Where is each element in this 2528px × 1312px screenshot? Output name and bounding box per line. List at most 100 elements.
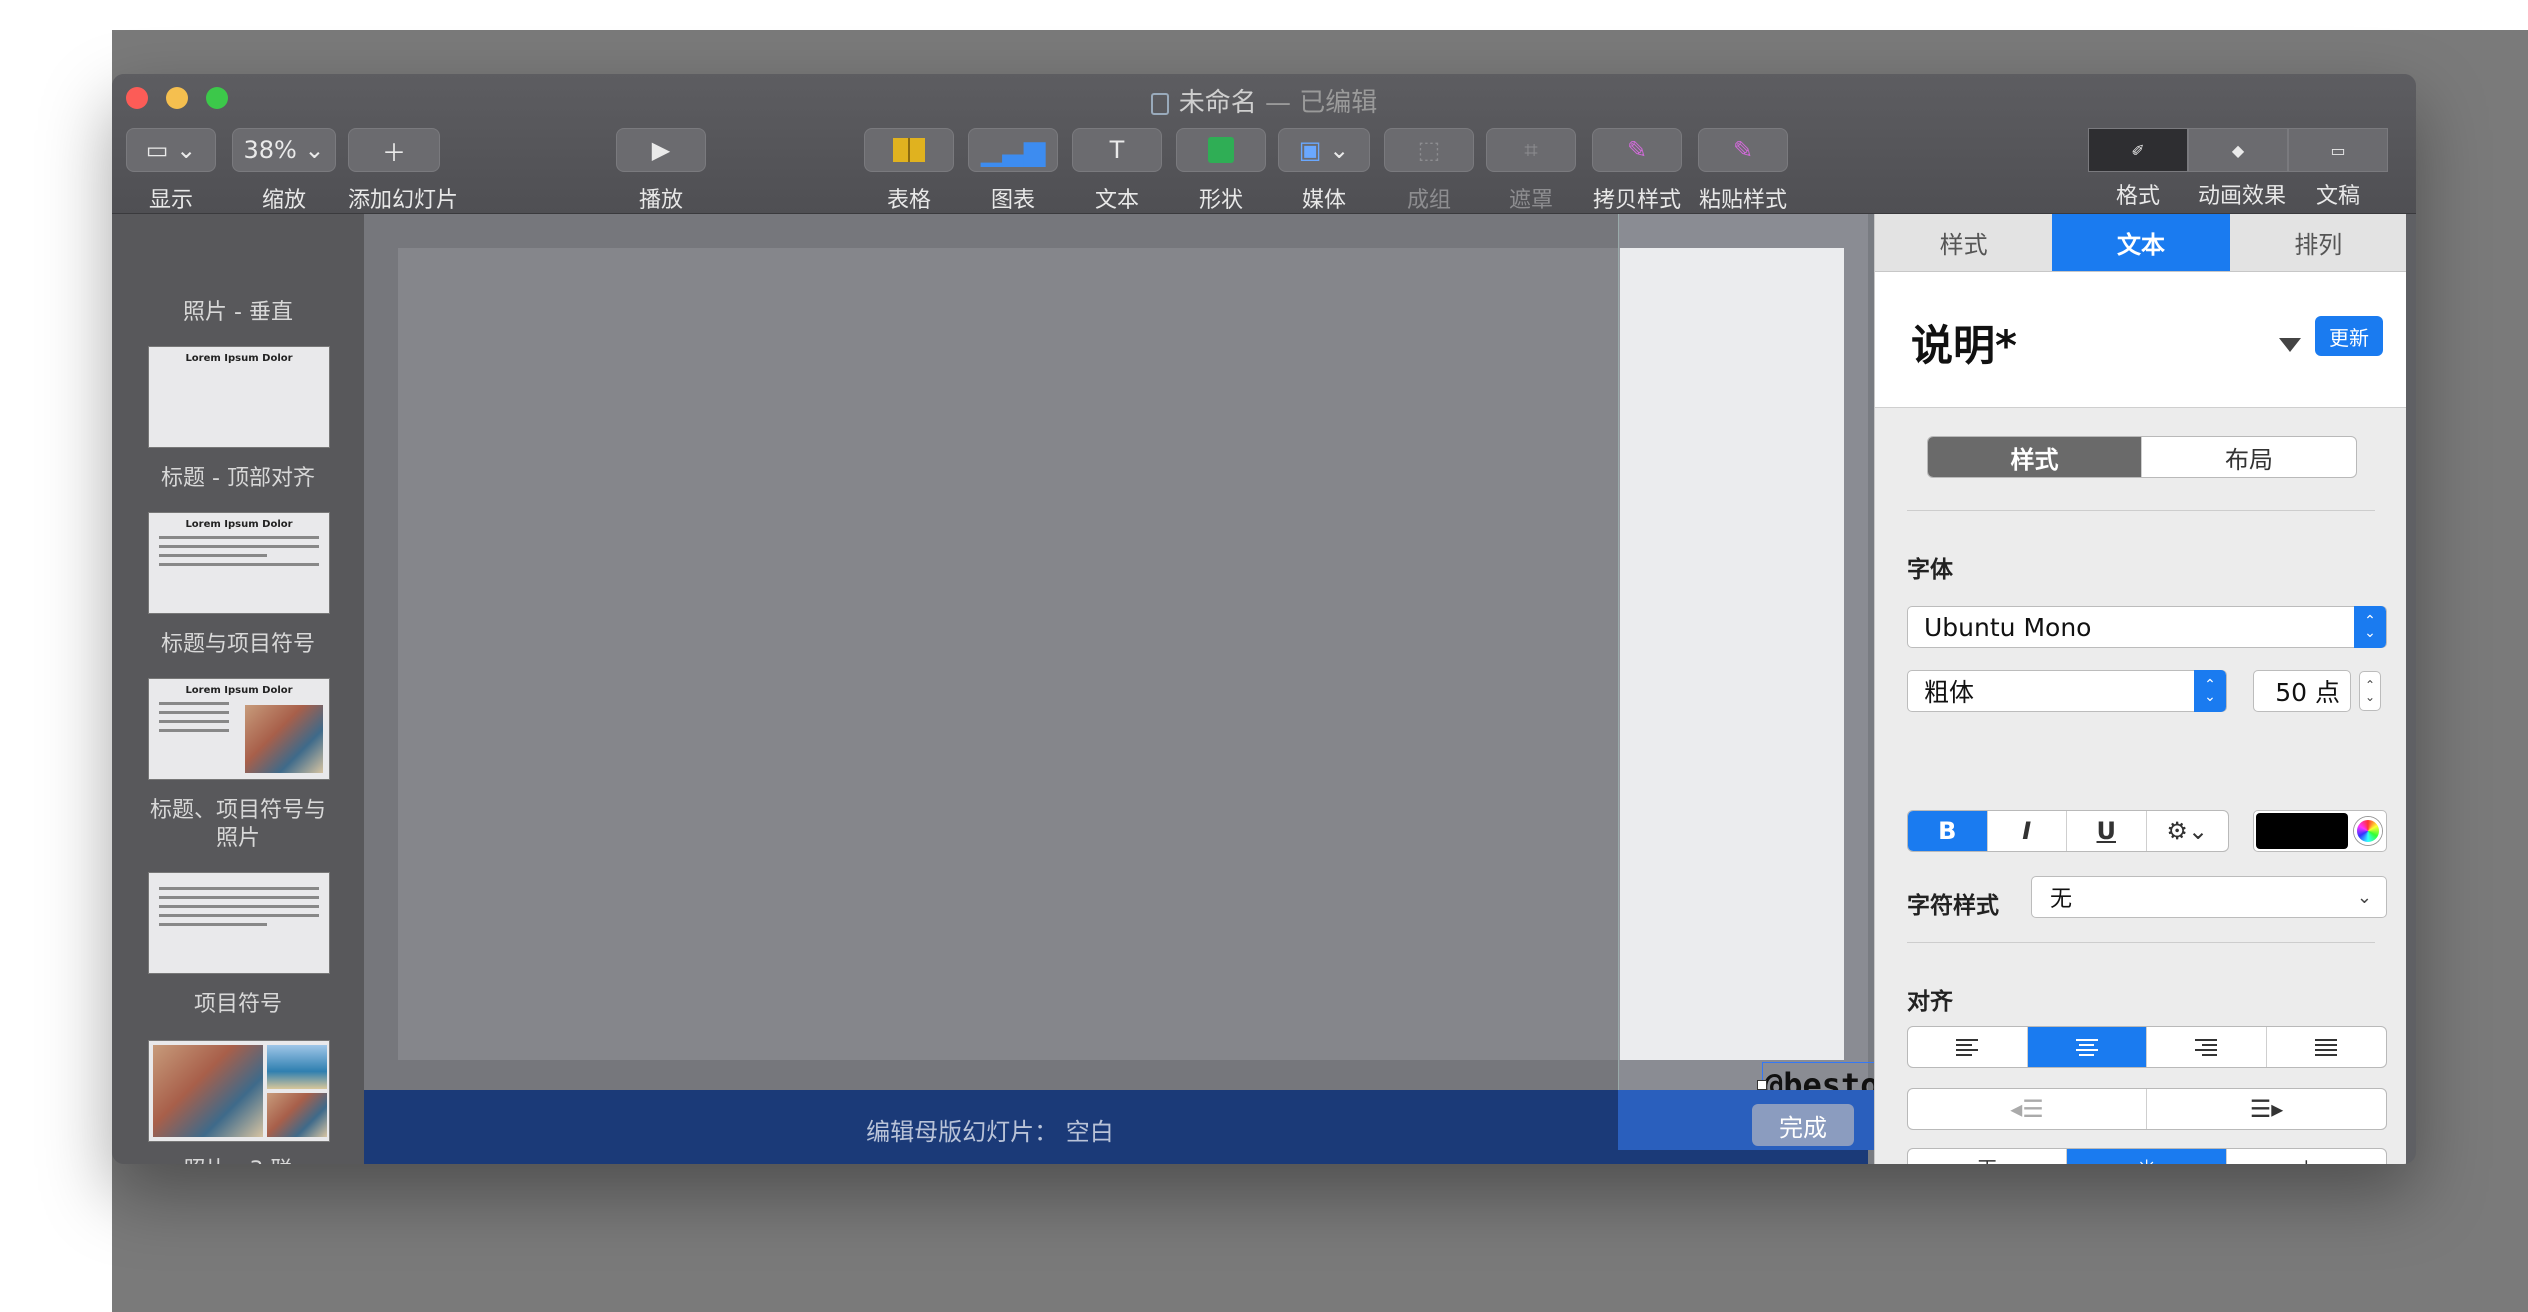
- window-title: 未命名 — 已编辑: [112, 82, 2416, 119]
- view-icon: ▭ ⌄: [126, 128, 216, 172]
- subtab-style[interactable]: 样式: [1928, 437, 2142, 477]
- title-status: — 已编辑: [1265, 88, 1378, 118]
- master-slide-visible-region[interactable]: [1620, 248, 1844, 1060]
- align-center-icon[interactable]: [2027, 1027, 2147, 1067]
- keynote-window: 未命名 — 已编辑 ▭ ⌄ 显示 38% ⌄ 缩放 ＋ 添加幻灯片 ▶ 播放 表…: [112, 74, 2416, 1164]
- zoom-popup[interactable]: 38% ⌄ 缩放: [232, 128, 336, 214]
- document-button[interactable]: ▭: [2288, 128, 2388, 172]
- toolbar: 未命名 — 已编辑 ▭ ⌄ 显示 38% ⌄ 缩放 ＋ 添加幻灯片 ▶ 播放 表…: [112, 74, 2416, 214]
- master-title-top-label: 标题 - 顶部对齐: [161, 466, 315, 491]
- group-button[interactable]: ⬚ 成组: [1384, 128, 1474, 214]
- master-edit-label: 编辑母版幻灯片： 空白: [866, 1118, 1114, 1146]
- master-thumb-photo-3up[interactable]: [148, 1040, 330, 1142]
- align-right-icon[interactable]: [2147, 1027, 2267, 1067]
- style-dropdown-triangle-icon[interactable]: [2279, 338, 2301, 352]
- done-button[interactable]: 完成: [1752, 1104, 1854, 1146]
- table-icon: [864, 128, 954, 172]
- decrease-indent-icon[interactable]: ◂☰: [1908, 1089, 2147, 1129]
- vertical-alignment-buttons: ⊤ ✳ ⊥: [1907, 1148, 2387, 1164]
- italic-button[interactable]: I: [1988, 811, 2067, 851]
- align-left-icon[interactable]: [1908, 1027, 2028, 1067]
- format-label-wrap: 格式: [2098, 178, 2178, 210]
- plus-icon: ＋: [348, 128, 440, 172]
- text-options-gear-icon[interactable]: ⚙⌄: [2147, 811, 2228, 851]
- tab-style[interactable]: 样式: [1875, 214, 2052, 271]
- underline-button[interactable]: U: [2067, 811, 2147, 851]
- media-label: 媒体: [1301, 188, 1346, 213]
- paste-style-label: 粘贴样式: [1698, 188, 1787, 213]
- text-t-icon: T: [1072, 128, 1162, 172]
- subtab-layout[interactable]: 布局: [2142, 437, 2356, 477]
- font-family-value: Ubuntu Mono: [1924, 612, 2092, 642]
- horizontal-alignment-buttons: [1907, 1026, 2387, 1068]
- add-slide-button[interactable]: ＋ 添加幻灯片: [348, 128, 458, 214]
- mask-label: 遮罩: [1508, 188, 1553, 213]
- font-size-field[interactable]: 50 点: [2253, 670, 2351, 712]
- font-size-value: 50 点: [2275, 678, 2340, 707]
- play-icon: ▶: [616, 128, 706, 172]
- tab-arrange[interactable]: 排列: [2230, 214, 2406, 271]
- divider: [1907, 942, 2375, 943]
- font-weight-popup[interactable]: 粗体 ⌃ ⌄: [1907, 670, 2227, 712]
- animate-label: 动画效果: [2198, 184, 2287, 209]
- animate-button[interactable]: ◆: [2188, 128, 2288, 172]
- bold-button[interactable]: B: [1908, 811, 1988, 851]
- master-thumb-title-top[interactable]: Lorem Ipsum Dolor: [148, 346, 330, 448]
- bar-chart-icon: ▁▃▆: [968, 128, 1058, 172]
- color-wheel-icon[interactable]: [2354, 817, 2382, 845]
- char-style-value: 无: [2050, 887, 2073, 912]
- media-button[interactable]: ▣ ⌄ 媒体: [1278, 128, 1370, 214]
- paragraph-style-name[interactable]: 说明*: [1911, 312, 2017, 373]
- thumb-photo: [245, 705, 323, 773]
- paste-style-button[interactable]: ✎ 粘贴样式: [1698, 128, 1788, 214]
- group-label: 成组: [1406, 188, 1451, 213]
- document-label-wrap: 文稿: [2298, 178, 2378, 210]
- text-button[interactable]: T 文本: [1072, 128, 1162, 214]
- text-color-well[interactable]: [2253, 810, 2387, 852]
- mask-button[interactable]: ⌗ 遮罩: [1486, 128, 1576, 214]
- master-bullets-label: 项目符号: [193, 992, 282, 1017]
- document-label: 文稿: [2315, 184, 2360, 209]
- thumb-photo-small: [267, 1093, 327, 1137]
- increase-indent-icon[interactable]: ☰▸: [2147, 1089, 2386, 1129]
- font-family-popup[interactable]: Ubuntu Mono ⌃ ⌄: [1907, 606, 2387, 648]
- char-style-popup[interactable]: 无 ⌄: [2031, 876, 2387, 918]
- align-bottom-icon[interactable]: ⊥: [2227, 1149, 2386, 1164]
- update-style-button[interactable]: 更新: [2315, 316, 2383, 356]
- inspector-tabs: 样式 文本 排列: [1875, 214, 2406, 272]
- resize-handle-left[interactable]: [1757, 1080, 1767, 1090]
- document-icon: ▭: [2288, 128, 2388, 172]
- shape-button[interactable]: 形状: [1176, 128, 1266, 214]
- master-thumb-title-bullets[interactable]: Lorem Ipsum Dolor: [148, 512, 330, 614]
- align-justify-icon[interactable]: [2267, 1027, 2387, 1067]
- play-label: 播放: [638, 188, 683, 213]
- chart-button[interactable]: ▁▃▆ 图表: [968, 128, 1058, 214]
- square-shape-icon: [1176, 128, 1266, 172]
- master-photo-vertical-label: 照片 - 垂直: [183, 300, 293, 325]
- master-thumb-bullets[interactable]: [148, 872, 330, 974]
- format-inspector: 样式 文本 排列 说明* 更新 样式 布局 字体 Ubuntu Mono ⌃ ⌄ …: [1874, 214, 2406, 1164]
- font-size-stepper[interactable]: ⌃ ⌄: [2359, 671, 2381, 711]
- thumb-title: Lorem Ipsum Dolor: [185, 685, 293, 696]
- master-thumb-title-bullets-photo[interactable]: Lorem Ipsum Dolor: [148, 678, 330, 780]
- play-button[interactable]: ▶ 播放: [616, 128, 706, 214]
- font-weight-value: 粗体: [1924, 678, 1975, 707]
- zoom-value: 38%: [243, 136, 297, 164]
- text-style-buttons: B I U ⚙⌄: [1907, 810, 2229, 852]
- text-label: 文本: [1094, 188, 1139, 213]
- view-button[interactable]: ▭ ⌄ 显示: [126, 128, 216, 214]
- copy-style-button[interactable]: ✎ 拷贝样式: [1592, 128, 1682, 214]
- align-top-icon[interactable]: ⊤: [1908, 1149, 2068, 1164]
- align-middle-icon[interactable]: ✳: [2067, 1149, 2227, 1164]
- tab-text[interactable]: 文本: [2052, 214, 2230, 271]
- thumb-bullet-lines: [149, 702, 239, 732]
- format-button[interactable]: ✐: [2088, 128, 2188, 172]
- master-photo-3up-label: 照片 - 3 联: [112, 1152, 364, 1164]
- thumb-photo-beach: [267, 1045, 327, 1089]
- indent-buttons: ◂☰ ☰▸: [1907, 1088, 2387, 1130]
- char-style-label: 字符样式: [1907, 893, 1999, 919]
- table-button[interactable]: 表格: [864, 128, 954, 214]
- table-label: 表格: [886, 188, 931, 213]
- font-section-label: 字体: [1907, 557, 1953, 583]
- master-title-bullets-photo-label-2: 照片: [215, 826, 260, 851]
